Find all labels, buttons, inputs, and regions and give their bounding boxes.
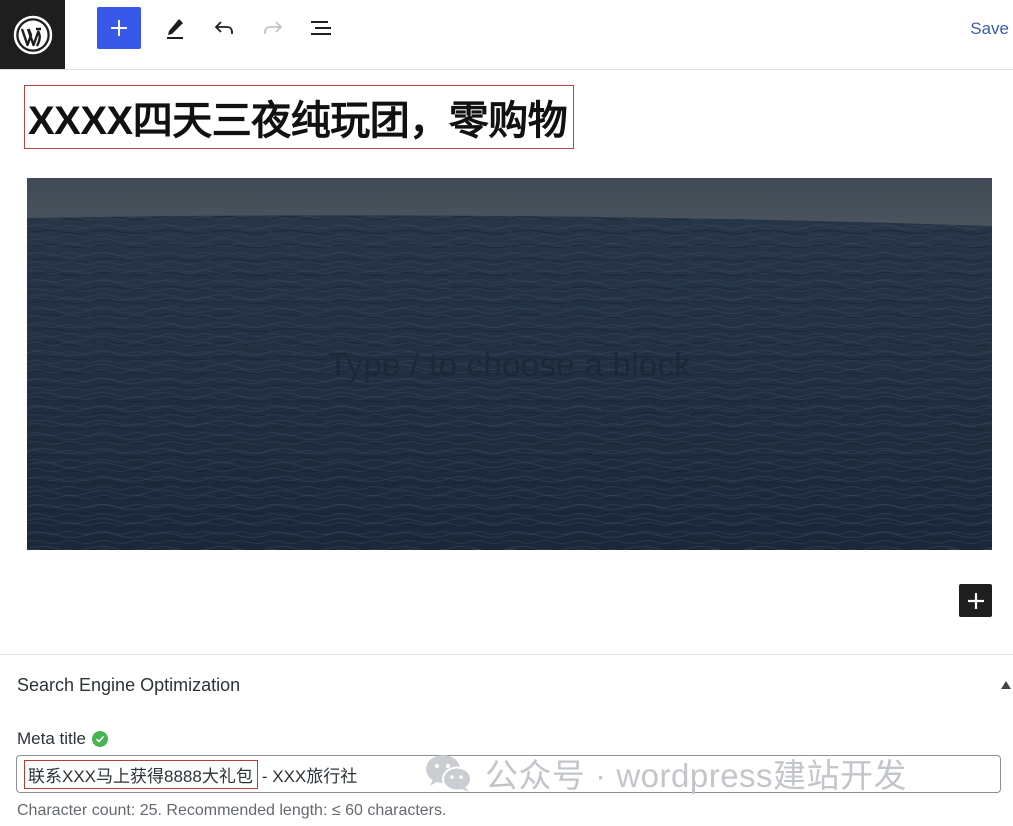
meta-title-label: Meta title: [17, 729, 108, 749]
tools-button[interactable]: [153, 7, 197, 49]
check-circle-icon: [91, 731, 108, 747]
seo-panel: Search Engine Optimization Meta title 联系…: [0, 654, 1013, 826]
wechat-icon: [426, 755, 472, 792]
watermark-text: 公众号 · wordpress建站开发: [485, 757, 908, 794]
meta-title-highlighted-text: 联系XXX马上获得8888大礼包: [24, 759, 258, 789]
meta-title-suffix: - XXX旅行社: [261, 766, 358, 786]
watermark: 公众号 · wordpress建站开发: [423, 749, 907, 797]
plus-icon: [967, 592, 984, 609]
post-title[interactable]: XXXX四天三夜纯玩团，零购物: [24, 85, 575, 149]
undo-button[interactable]: [202, 7, 246, 49]
undo-icon: [214, 21, 233, 34]
list-view-button[interactable]: [299, 7, 343, 49]
wordpress-logo-icon[interactable]: [0, 0, 65, 69]
append-block-button[interactable]: [959, 584, 992, 617]
editor-toolbar: Save: [0, 0, 1013, 70]
meta-title-label-text: Meta title: [17, 729, 86, 748]
seo-panel-title[interactable]: Search Engine Optimization: [17, 675, 240, 696]
save-draft-button[interactable]: Save: [970, 19, 1009, 39]
collapse-triangle-icon[interactable]: [1001, 681, 1011, 689]
plus-icon: [111, 20, 127, 36]
cover-block[interactable]: Type / to choose a block: [27, 178, 992, 550]
list-view-icon: [311, 21, 331, 35]
redo-icon: [264, 21, 283, 34]
character-count: Character count: 25. Recommended length:…: [17, 802, 447, 819]
pencil-icon: [167, 19, 183, 39]
add-block-button[interactable]: [97, 7, 141, 49]
cover-placeholder-text[interactable]: Type / to choose a block: [27, 346, 992, 384]
redo-button[interactable]: [251, 7, 295, 49]
